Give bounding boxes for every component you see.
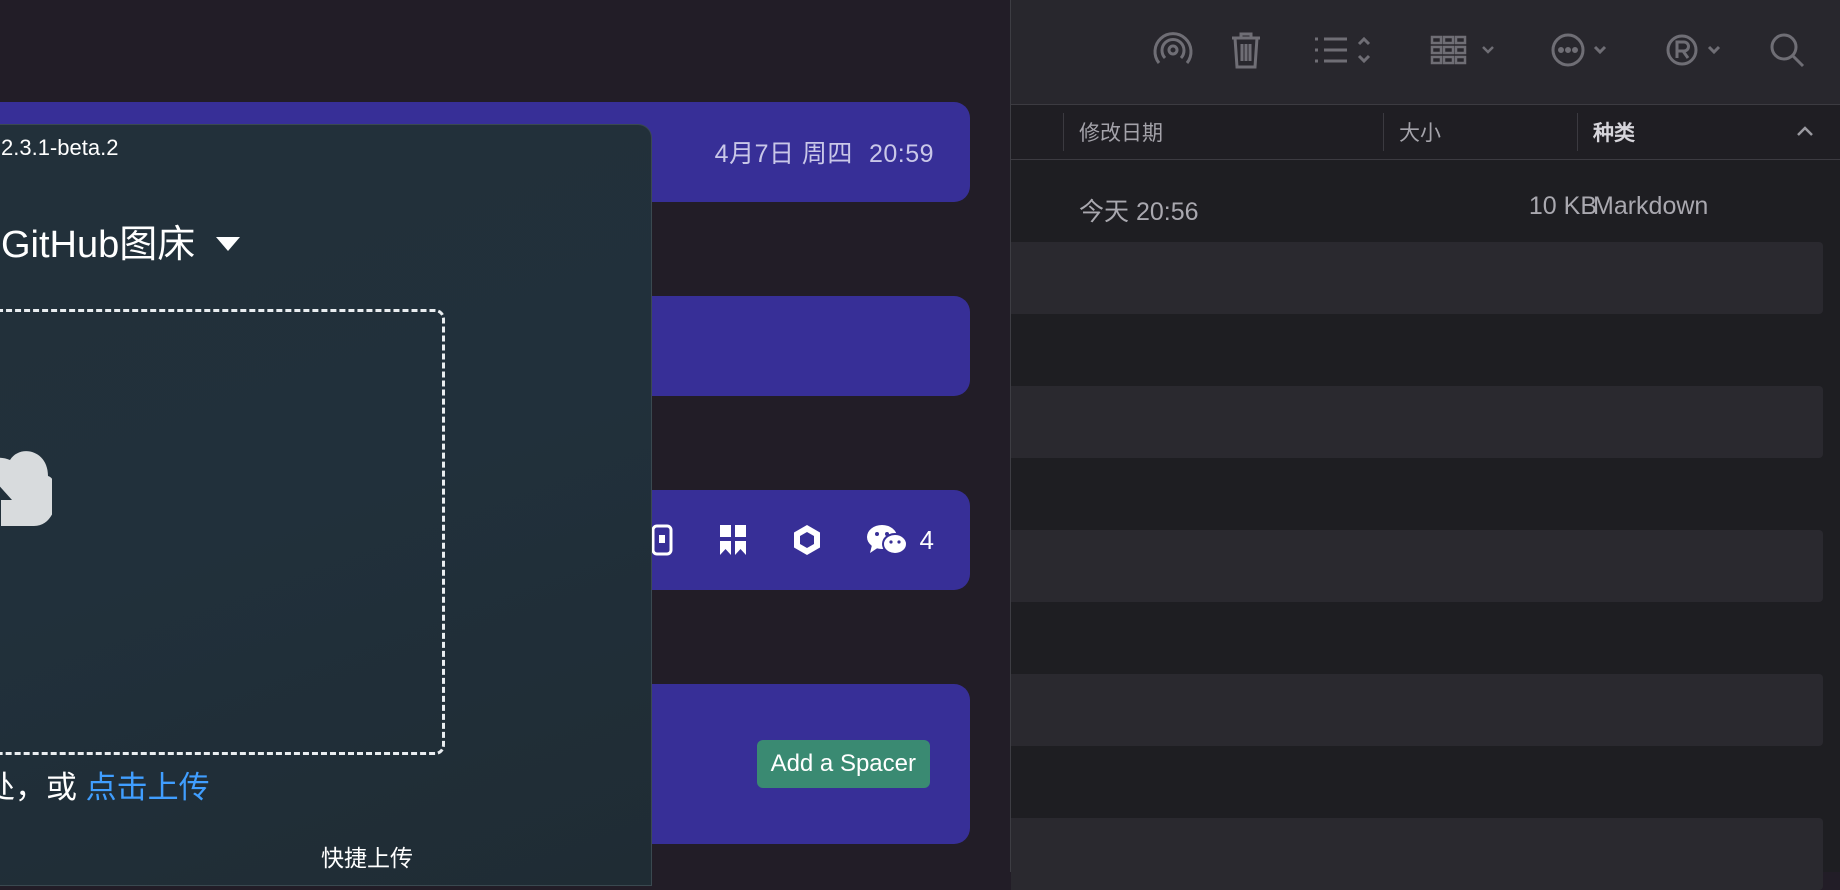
- app-version: 2.3.1-beta.2: [1, 135, 119, 160]
- hexagon-icon[interactable]: [792, 523, 822, 557]
- picgo-upload-window: 2.3.1-beta.2 GitHub图床 处，或 点击上传 快捷上传: [0, 124, 652, 886]
- empty-row: [1011, 818, 1823, 890]
- wechat-icon[interactable]: [866, 523, 908, 557]
- search-icon[interactable]: [1767, 30, 1807, 70]
- more-icon[interactable]: [1549, 30, 1615, 70]
- wechat-count: 4: [919, 524, 934, 555]
- menubar-datetime: 4月7日 周四 20:59: [715, 134, 934, 170]
- column-modified-date[interactable]: 修改日期: [1079, 117, 1163, 147]
- file-kind: Markdown: [1593, 192, 1709, 220]
- finder-column-header: 修改日期 大小 种类: [1011, 105, 1840, 160]
- airdrop-icon[interactable]: [1153, 30, 1193, 70]
- column-kind[interactable]: 种类: [1593, 117, 1635, 147]
- click-upload-link[interactable]: 点击上传: [86, 770, 210, 805]
- bookmark-icon[interactable]: [718, 523, 748, 557]
- trash-icon[interactable]: [1229, 30, 1263, 70]
- finder-window: 修改日期 大小 种类 今天 20:56 10 KB Markdown: [1010, 0, 1840, 890]
- tag-icon[interactable]: [1663, 30, 1729, 70]
- empty-row: [1011, 242, 1823, 314]
- grid-view-icon[interactable]: [1429, 30, 1503, 70]
- menubar-time: 20:59: [868, 140, 934, 168]
- add-spacer-button[interactable]: Add a Spacer: [756, 740, 930, 788]
- caret-down-icon: [215, 219, 241, 262]
- upload-dropzone[interactable]: 处，或 点击上传: [0, 309, 445, 805]
- picbed-name: GitHub图床: [1, 224, 196, 266]
- quick-upload-label[interactable]: 快捷上传: [321, 839, 413, 873]
- picbed-selector[interactable]: GitHub图床: [1, 213, 241, 268]
- finder-toolbar: [1011, 0, 1840, 105]
- sort-ascending-icon[interactable]: [1795, 121, 1815, 146]
- drop-hint-text: 处，或: [0, 770, 77, 805]
- file-row[interactable]: 今天 20:56 10 KB Markdown: [1011, 170, 1823, 242]
- empty-row: [1011, 530, 1823, 602]
- cloud-upload-icon: [0, 438, 57, 533]
- empty-row: [1011, 674, 1823, 746]
- phone-icon[interactable]: [650, 523, 674, 557]
- menubar-date: 4月7日 周四: [714, 140, 853, 168]
- drop-hint: 处，或 点击上传: [0, 762, 210, 807]
- column-size[interactable]: 大小: [1399, 117, 1441, 147]
- empty-row: [1011, 386, 1823, 458]
- list-view-icon[interactable]: [1311, 30, 1373, 70]
- file-modified-date: 今天 20:56: [1079, 198, 1199, 226]
